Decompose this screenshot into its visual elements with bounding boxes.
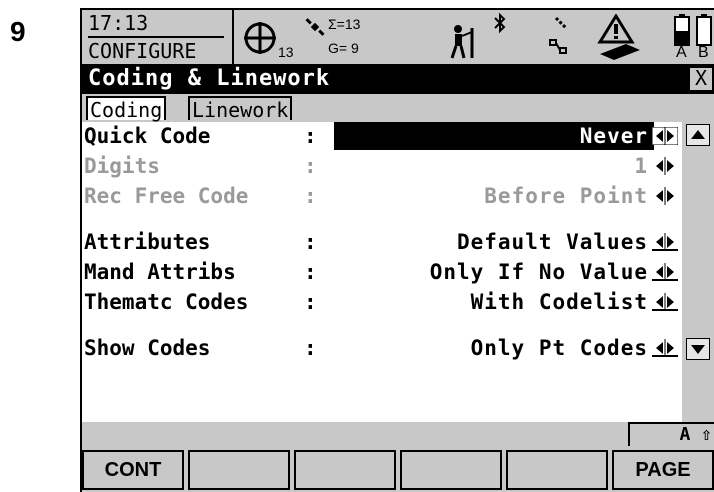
f2-button[interactable] bbox=[188, 450, 290, 490]
page-title: Coding & Linework bbox=[88, 66, 331, 91]
choice-arrows-icon[interactable] bbox=[652, 293, 678, 311]
arrow-down-icon bbox=[691, 345, 705, 354]
f4-button[interactable] bbox=[400, 450, 502, 490]
crosshair-position-icon bbox=[242, 20, 278, 60]
field-label: Rec Free Code bbox=[84, 184, 249, 208]
page-button[interactable]: PAGE bbox=[612, 450, 714, 490]
close-button[interactable]: X bbox=[690, 68, 712, 90]
step-number: 9 bbox=[10, 16, 26, 47]
form-panel: Quick Code : Never Digits : 1 Rec Free C… bbox=[82, 122, 682, 422]
field-mand-attribs[interactable]: Mand Attribs : Only If No Value bbox=[82, 258, 682, 286]
choice-arrows-icon[interactable] bbox=[652, 233, 678, 251]
field-label: Thematc Codes bbox=[84, 290, 249, 314]
choice-arrows-icon[interactable] bbox=[652, 263, 678, 281]
warning-memory-icon bbox=[596, 13, 644, 64]
function-key-bar: CONT PAGE bbox=[82, 446, 714, 492]
battery-b-label: B bbox=[698, 44, 709, 61]
code-tool-icon bbox=[548, 38, 570, 60]
field-label: Quick Code bbox=[84, 124, 211, 148]
field-value: Only If No Value bbox=[429, 260, 648, 284]
sum-satellites: Σ=13 bbox=[328, 16, 361, 32]
field-label: Digits bbox=[84, 154, 160, 178]
choice-arrows-icon[interactable] bbox=[652, 187, 678, 205]
scroll-down-button[interactable] bbox=[686, 338, 710, 360]
clock: 17:13 bbox=[88, 11, 149, 35]
field-value: Never bbox=[579, 124, 648, 148]
field-rec-free-code[interactable]: Rec Free Code : Before Point bbox=[82, 182, 682, 210]
arrow-up-icon bbox=[691, 130, 705, 139]
field-value: With Codelist bbox=[470, 290, 648, 314]
gps-satellites: G= 9 bbox=[328, 40, 359, 56]
field-thematc-codes[interactable]: Thematc Codes : With Codelist bbox=[82, 288, 682, 316]
scrollbar[interactable] bbox=[682, 122, 714, 422]
field-label: Show Codes bbox=[84, 336, 211, 360]
f5-button[interactable] bbox=[506, 450, 608, 490]
status-divider bbox=[232, 10, 234, 64]
line-tool-icon bbox=[552, 14, 572, 38]
choice-arrows-icon[interactable] bbox=[652, 339, 678, 357]
cont-button[interactable]: CONT bbox=[82, 450, 184, 490]
tab-linework[interactable]: Linework bbox=[188, 96, 293, 122]
satellite-count: 13 bbox=[278, 44, 294, 60]
tab-bar: Coding Linework bbox=[82, 94, 714, 122]
f3-button[interactable] bbox=[294, 450, 396, 490]
choice-arrows-icon[interactable] bbox=[652, 127, 678, 145]
field-attributes[interactable]: Attributes : Default Values bbox=[82, 228, 682, 256]
field-label: Mand Attribs bbox=[84, 260, 236, 284]
keyboard-status-bar: A ⇧ bbox=[82, 422, 714, 446]
choice-arrows-icon[interactable] bbox=[652, 157, 678, 175]
status-bar: 17:13 CONFIGURE 13 Σ=13 G= 9 A B bbox=[82, 10, 714, 64]
field-label: Attributes bbox=[84, 230, 211, 254]
field-quick-code[interactable]: Quick Code : Never bbox=[82, 122, 682, 150]
title-bar: Coding & Linework X bbox=[82, 64, 714, 94]
field-show-codes[interactable]: Show Codes : Only Pt Codes bbox=[82, 334, 682, 362]
field-value: Only Pt Codes bbox=[470, 336, 648, 360]
field-digits[interactable]: Digits : 1 bbox=[82, 152, 682, 180]
battery-a-label: A bbox=[676, 44, 687, 61]
scroll-up-button[interactable] bbox=[686, 124, 710, 146]
input-mode-indicator: A ⇧ bbox=[628, 422, 714, 446]
field-value: 1 bbox=[634, 154, 648, 178]
tab-coding[interactable]: Coding bbox=[86, 96, 167, 122]
clock-underline bbox=[88, 36, 224, 38]
surveyor-icon bbox=[448, 24, 478, 64]
device-screen: 17:13 CONFIGURE 13 Σ=13 G= 9 A B Coding … bbox=[80, 8, 714, 492]
satellite-icon bbox=[304, 16, 326, 42]
field-value: Default Values bbox=[456, 230, 648, 254]
bluetooth-icon bbox=[492, 12, 508, 38]
field-value: Before Point bbox=[484, 184, 648, 208]
mode-label: CONFIGURE bbox=[88, 39, 197, 63]
